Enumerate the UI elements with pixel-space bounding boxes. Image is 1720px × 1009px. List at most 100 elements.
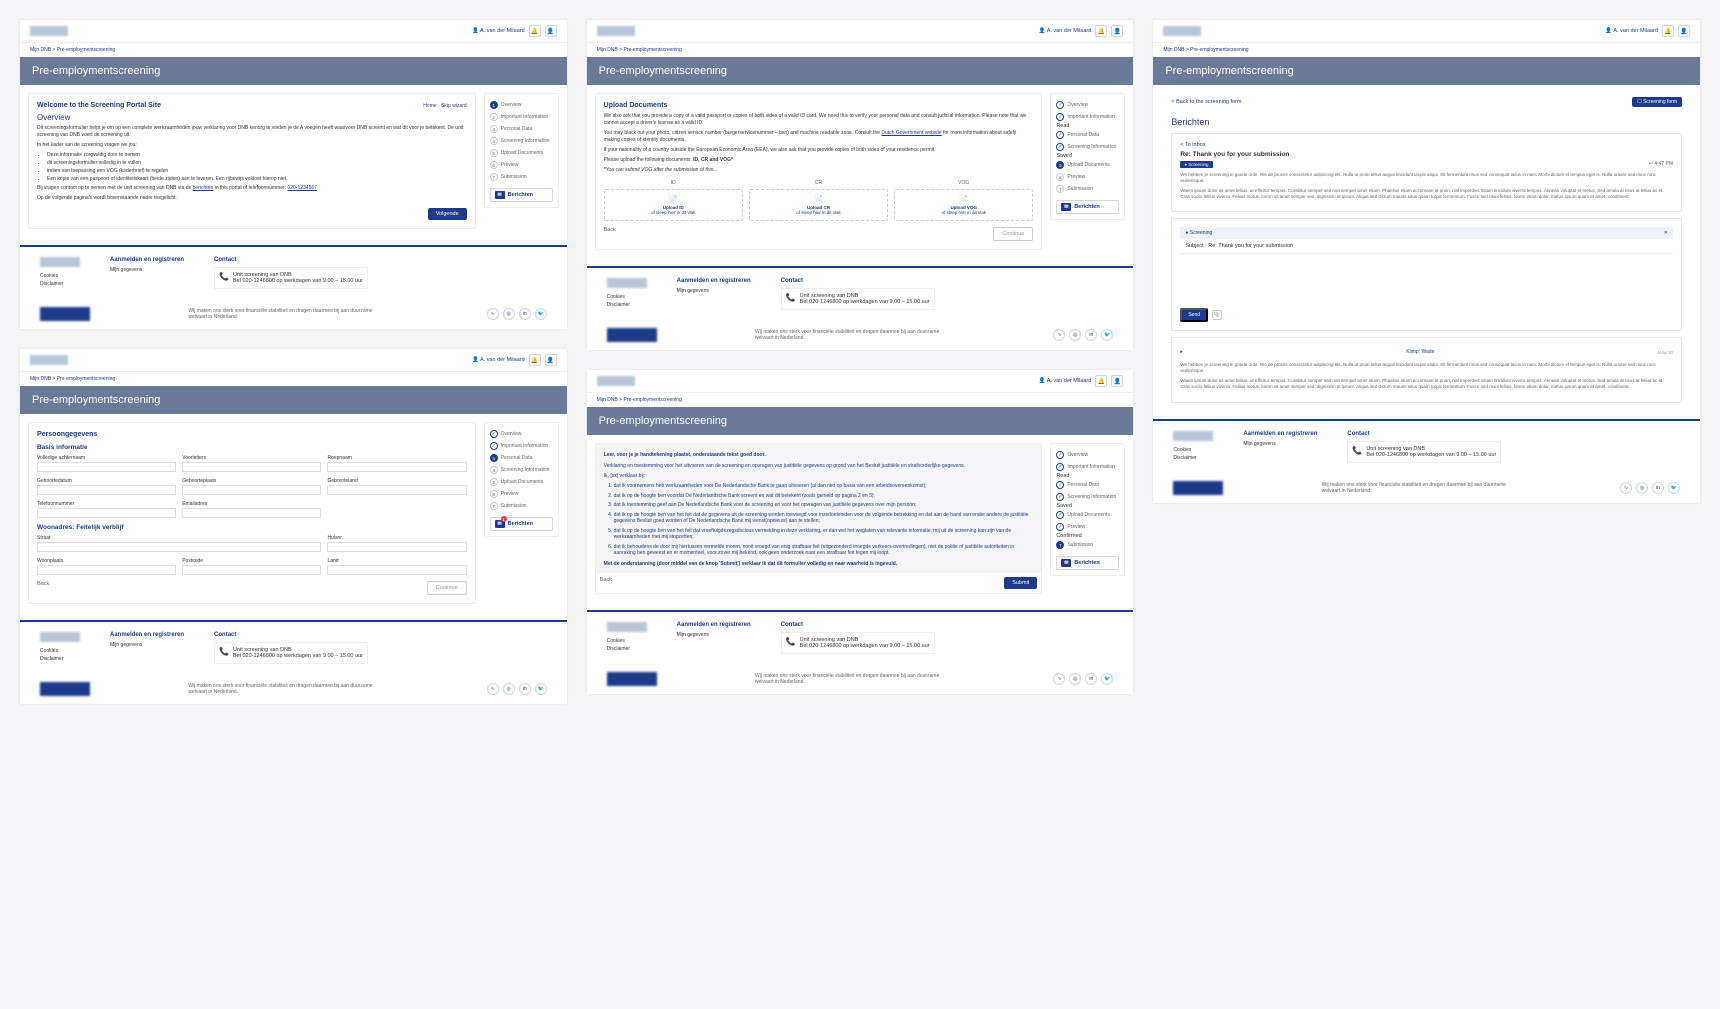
wizard-step[interactable]: 3Personal Data [490,452,553,464]
back-to-form-link[interactable]: Back to the screening form [1171,93,1241,111]
wizard-step[interactable]: Overview [1056,99,1119,111]
wizard-step[interactable]: Important Information [1056,461,1119,473]
mijn-gegevens-link[interactable]: Mijn gegevens [677,632,751,638]
rss-icon[interactable]: ∿ [1053,329,1065,341]
text-input[interactable] [37,508,176,518]
berichten-button[interactable]: ✉Berichten [1056,200,1119,214]
wizard-step[interactable]: Overview [1056,449,1119,461]
berichten-button[interactable]: ✉Berichten [490,188,553,202]
footer-link[interactable]: Disclaimer [40,281,80,287]
breadcrumb[interactable]: Mijn DNB > Pre-employmentscreening [587,43,1134,57]
wizard-step[interactable]: Screening Information [1056,491,1119,503]
continue-button[interactable]: Continue [427,581,467,595]
user-name[interactable]: A. van der Milaard [1039,378,1092,384]
wizard-step[interactable]: Important Information [490,440,553,452]
wizard-step[interactable]: 4Screening Information [490,135,553,147]
wizard-step[interactable]: 5Upload Documents [490,147,553,159]
user-icon[interactable]: 👤 [545,25,557,37]
wizard-step[interactable]: 4Screening Information [490,464,553,476]
user-name[interactable]: A. van der Milaard [472,28,525,34]
wizard-step[interactable]: 7Submission [1056,539,1119,551]
wizard-step[interactable]: Personal Data [1056,129,1119,141]
back-link[interactable]: Back [604,227,616,241]
berichten-link[interactable]: berichten [193,185,214,191]
rss-icon[interactable]: ∿ [487,683,499,695]
text-input[interactable] [182,462,321,472]
wizard-step[interactable]: Preview [1056,521,1119,533]
phone-link[interactable]: 020-1234567 [287,185,316,191]
upload-dropzone[interactable]: 📄Upload VOGof sleep hier in dit vlak [894,189,1033,221]
back-link[interactable]: Back [37,581,49,595]
breadcrumb[interactable]: Mijn DNB > Pre-employmentscreening [20,43,567,57]
footer-link[interactable]: Disclaimer [1173,455,1213,461]
rss-icon[interactable]: ∿ [487,308,499,320]
wizard-step[interactable]: 3Personal Data [490,123,553,135]
berichten-button[interactable]: ✉Berichten [1056,556,1119,570]
instagram-icon[interactable]: ◎ [503,683,515,695]
user-name[interactable]: A. van der Milaard [1605,28,1658,34]
rss-icon[interactable]: ∿ [1053,673,1065,685]
linkedin-icon[interactable]: in [1085,673,1097,685]
footer-link[interactable]: Disclaimer [40,656,80,662]
breadcrumb[interactable]: Mijn DNB > Pre-employmentscreening [20,372,567,386]
mijn-gegevens-link[interactable]: Mijn gegevens [1243,441,1317,447]
twitter-icon[interactable]: 🐦 [1668,482,1680,494]
linkedin-icon[interactable]: in [519,683,531,695]
wizard-step[interactable]: 1Overview [490,99,553,111]
text-input[interactable] [327,462,466,472]
breadcrumb[interactable]: Mijn DNB > Pre-employmentscreening [587,393,1134,407]
instagram-icon[interactable]: ◎ [1636,482,1648,494]
wizard-step[interactable]: 6Preview [490,159,553,171]
text-input[interactable] [37,462,176,472]
text-input[interactable] [37,542,321,552]
submit-button[interactable]: Submit [1004,577,1037,589]
wizard-step[interactable]: 7Submission [490,171,553,183]
text-input[interactable] [182,565,321,575]
bell-icon[interactable]: 🔔 [1095,25,1107,37]
user-icon[interactable]: 👤 [545,354,557,366]
footer-link[interactable]: Disclaimer [607,302,647,308]
bell-icon[interactable]: 🔔 [1662,25,1674,37]
skip-wizard-link[interactable]: Home · Skip wizard [423,103,466,109]
back-link[interactable]: Back [600,577,612,589]
instagram-icon[interactable]: ◎ [503,308,515,320]
screening-form-button[interactable]: Screening form [1632,97,1682,107]
footer-link[interactable]: Cookies [1173,447,1213,453]
upload-dropzone[interactable]: 📄Upload IDof sleep hier in dit vlak [604,189,743,221]
text-input[interactable] [327,542,466,552]
footer-link[interactable]: Cookies [607,294,647,300]
wizard-step[interactable]: Personal Data [1056,479,1119,491]
close-icon[interactable]: ✕ [1664,230,1668,236]
mijn-gegevens-link[interactable]: Mijn gegevens [110,642,184,648]
upload-dropzone[interactable]: 📄Upload CRof sleep hier in dit vlak [749,189,888,221]
wizard-step[interactable]: Important Information [1056,111,1119,123]
wizard-step[interactable]: 7Submission [1056,183,1119,195]
wizard-step[interactable]: 2Important Information [490,111,553,123]
user-name[interactable]: A. van der Milaard [1039,28,1092,34]
text-input[interactable] [327,565,466,575]
next-button[interactable]: Volgende [428,208,467,220]
twitter-icon[interactable]: 🐦 [535,683,547,695]
attach-icon[interactable]: 📎 [1212,310,1222,320]
wizard-step[interactable]: 7Submission [490,500,553,512]
text-input[interactable] [37,485,176,495]
rss-icon[interactable]: ∿ [1620,482,1632,494]
bell-icon[interactable]: 🔔 [529,25,541,37]
wizard-step[interactable]: 6Preview [490,488,553,500]
footer-link[interactable]: Cookies [40,648,80,654]
wizard-step[interactable]: Overview [490,428,553,440]
instagram-icon[interactable]: ◎ [1069,329,1081,341]
twitter-icon[interactable]: 🐦 [535,308,547,320]
footer-link[interactable]: Cookies [607,638,647,644]
text-input[interactable] [327,485,466,495]
send-button[interactable]: Send [1180,308,1208,322]
footer-link[interactable]: Disclaimer [607,646,647,652]
wizard-step[interactable]: 6Preview [1056,171,1119,183]
wizard-step[interactable]: 5Upload Documents [1056,159,1119,171]
text-input[interactable] [37,565,176,575]
twitter-icon[interactable]: 🐦 [1101,673,1113,685]
wizard-step[interactable]: Screening Information [1056,141,1119,153]
continue-button[interactable]: Continue [993,227,1033,241]
instagram-icon[interactable]: ◎ [1069,673,1081,685]
bell-icon[interactable]: 🔔 [529,354,541,366]
